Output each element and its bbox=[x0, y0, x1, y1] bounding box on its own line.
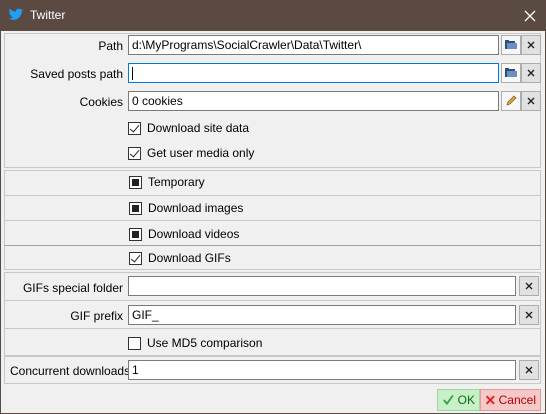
concurrent-downloads-label: Concurrent downloads bbox=[10, 364, 131, 378]
separator bbox=[4, 245, 541, 246]
path-label: Path bbox=[98, 39, 123, 53]
checkbox-box bbox=[128, 336, 141, 350]
close-icon bbox=[527, 69, 535, 77]
checkbox-box bbox=[129, 175, 142, 189]
close-icon bbox=[525, 311, 533, 319]
cancel-label: Cancel bbox=[498, 393, 536, 407]
browse-saved-posts-button[interactable] bbox=[501, 63, 521, 83]
separator bbox=[4, 220, 541, 221]
close-icon bbox=[525, 282, 533, 290]
gif-prefix-input[interactable]: GIF_ bbox=[128, 305, 516, 325]
browse-path-button[interactable] bbox=[501, 35, 521, 55]
folder-open-icon bbox=[505, 68, 517, 77]
checkbox-box bbox=[129, 251, 142, 265]
download-videos-checkbox[interactable]: Download videos bbox=[129, 227, 239, 241]
close-icon bbox=[527, 97, 535, 105]
ok-button[interactable]: OK bbox=[437, 389, 480, 411]
concurrent-downloads-input[interactable]: 1 bbox=[128, 360, 516, 380]
clear-concurrent-button[interactable] bbox=[519, 360, 539, 380]
cancel-x-icon bbox=[485, 395, 495, 405]
separator bbox=[4, 195, 541, 196]
close-icon bbox=[527, 41, 535, 49]
download-videos-label: Download videos bbox=[148, 227, 240, 241]
cancel-button[interactable]: Cancel bbox=[480, 389, 541, 411]
close-icon bbox=[525, 366, 533, 374]
text-caret bbox=[132, 67, 133, 81]
separator bbox=[4, 328, 541, 329]
separator bbox=[4, 300, 541, 301]
saved-posts-path-input[interactable] bbox=[128, 63, 499, 83]
saved-posts-path-label: Saved posts path bbox=[30, 67, 123, 81]
window-title: Twitter bbox=[30, 8, 66, 22]
edit-cookies-button[interactable] bbox=[501, 91, 521, 111]
window-close-button[interactable] bbox=[514, 0, 546, 31]
checkbox-box bbox=[128, 146, 141, 160]
clear-cookies-button[interactable] bbox=[521, 91, 541, 111]
cookies-input[interactable]: 0 cookies bbox=[128, 91, 499, 111]
use-md5-comparison-label: Use MD5 comparison bbox=[147, 336, 263, 350]
download-gifs-label: Download GIFs bbox=[148, 251, 231, 265]
temporary-label: Temporary bbox=[148, 175, 205, 189]
download-site-data-label: Download site data bbox=[147, 121, 250, 135]
download-gifs-checkbox[interactable]: Download GIFs bbox=[129, 251, 231, 265]
checkbox-box bbox=[129, 227, 142, 241]
use-md5-comparison-checkbox[interactable]: Use MD5 comparison bbox=[128, 336, 262, 350]
gifs-special-folder-input[interactable] bbox=[128, 276, 516, 296]
download-images-checkbox[interactable]: Download images bbox=[129, 201, 243, 215]
checkmark-icon bbox=[443, 394, 454, 406]
ok-label: OK bbox=[457, 393, 475, 407]
clear-path-button[interactable] bbox=[521, 35, 541, 55]
get-user-media-only-label: Get user media only bbox=[147, 146, 255, 160]
get-user-media-only-checkbox[interactable]: Get user media only bbox=[128, 146, 254, 160]
checkbox-box bbox=[129, 201, 142, 215]
twitter-bird-icon bbox=[8, 8, 24, 20]
cookies-label: Cookies bbox=[79, 95, 123, 109]
folder-open-icon bbox=[505, 40, 517, 49]
download-site-data-checkbox[interactable]: Download site data bbox=[128, 121, 249, 135]
clear-gif-prefix-button[interactable] bbox=[519, 305, 539, 325]
gifs-special-folder-label: GIFs special folder bbox=[22, 281, 123, 295]
path-input[interactable]: d:\MyPrograms\SocialCrawler\Data\Twitter… bbox=[128, 35, 499, 55]
gif-prefix-label: GIF prefix bbox=[70, 309, 123, 323]
temporary-checkbox[interactable]: Temporary bbox=[129, 175, 205, 189]
pencil-icon bbox=[506, 95, 517, 106]
download-images-label: Download images bbox=[148, 201, 244, 215]
clear-saved-posts-button[interactable] bbox=[521, 63, 541, 83]
title-bar: Twitter bbox=[0, 0, 546, 31]
checkbox-box bbox=[128, 121, 141, 135]
close-icon bbox=[524, 10, 536, 21]
clear-gifs-folder-button[interactable] bbox=[519, 276, 539, 296]
